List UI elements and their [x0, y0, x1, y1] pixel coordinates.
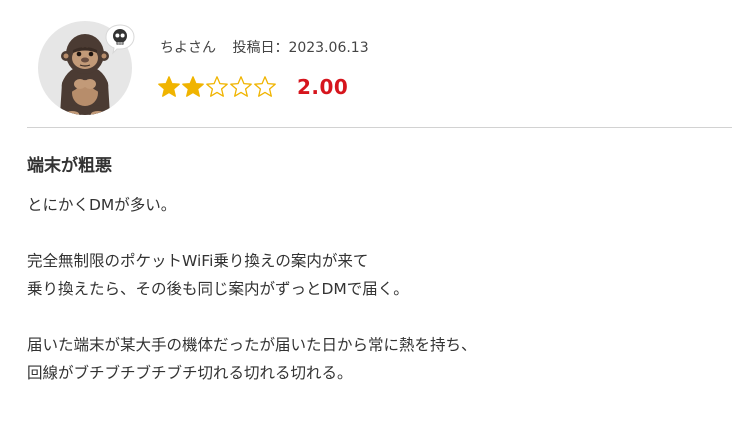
reviewer-avatar: [38, 21, 138, 121]
review-line: 乗り換えたら、その後も同じ案内がずっとDMで届く。: [27, 280, 409, 298]
review-line: 届いた端末が某大手の機体だったが届いた日から常に熱を持ち、: [27, 336, 477, 354]
review-date: 2023.06.13: [288, 40, 369, 56]
review-line: とにかくDMが多い。: [27, 196, 177, 214]
star-filled-icon: [158, 76, 180, 97]
skull-badge-icon: [104, 23, 136, 55]
star-empty-icon: [254, 76, 276, 97]
star-empty-icon: [206, 76, 228, 97]
review-line: 回線がブチブチブチブチ切れる切れる切れる。: [27, 364, 353, 382]
star-filled-icon: [182, 76, 204, 97]
divider: [27, 127, 732, 128]
rating: 2.00: [157, 73, 348, 101]
rating-score: 2.00: [297, 75, 349, 99]
star-empty-icon: [230, 76, 252, 97]
review-paragraph: 完全無制限のポケットWiFi乗り換えの案内が来て乗り換えたら、その後も同じ案内が…: [27, 247, 717, 303]
review-meta: ちよさん 投稿日：2023.06.13: [160, 37, 369, 57]
review-paragraph: 届いた端末が某大手の機体だったが届いた日から常に熱を持ち、 回線がブチブチブチブチ…: [27, 331, 717, 387]
review-paragraph: とにかくDMが多い。: [27, 191, 717, 219]
review-title: 端末が粗悪: [27, 156, 112, 176]
review-line: 完全無制限のポケットWiFi乗り換えの案内が来て: [27, 252, 369, 270]
review-card: ちよさん 投稿日：2023.06.13 2.00 端末が粗悪 とにかくDMが多い…: [0, 0, 732, 434]
author-name: ちよさん: [160, 40, 216, 56]
review-body: とにかくDMが多い。完全無制限のポケットWiFi乗り換えの案内が来て乗り換えたら…: [27, 191, 717, 415]
date-label: 投稿日：: [232, 40, 289, 56]
star-rating: [157, 75, 277, 99]
